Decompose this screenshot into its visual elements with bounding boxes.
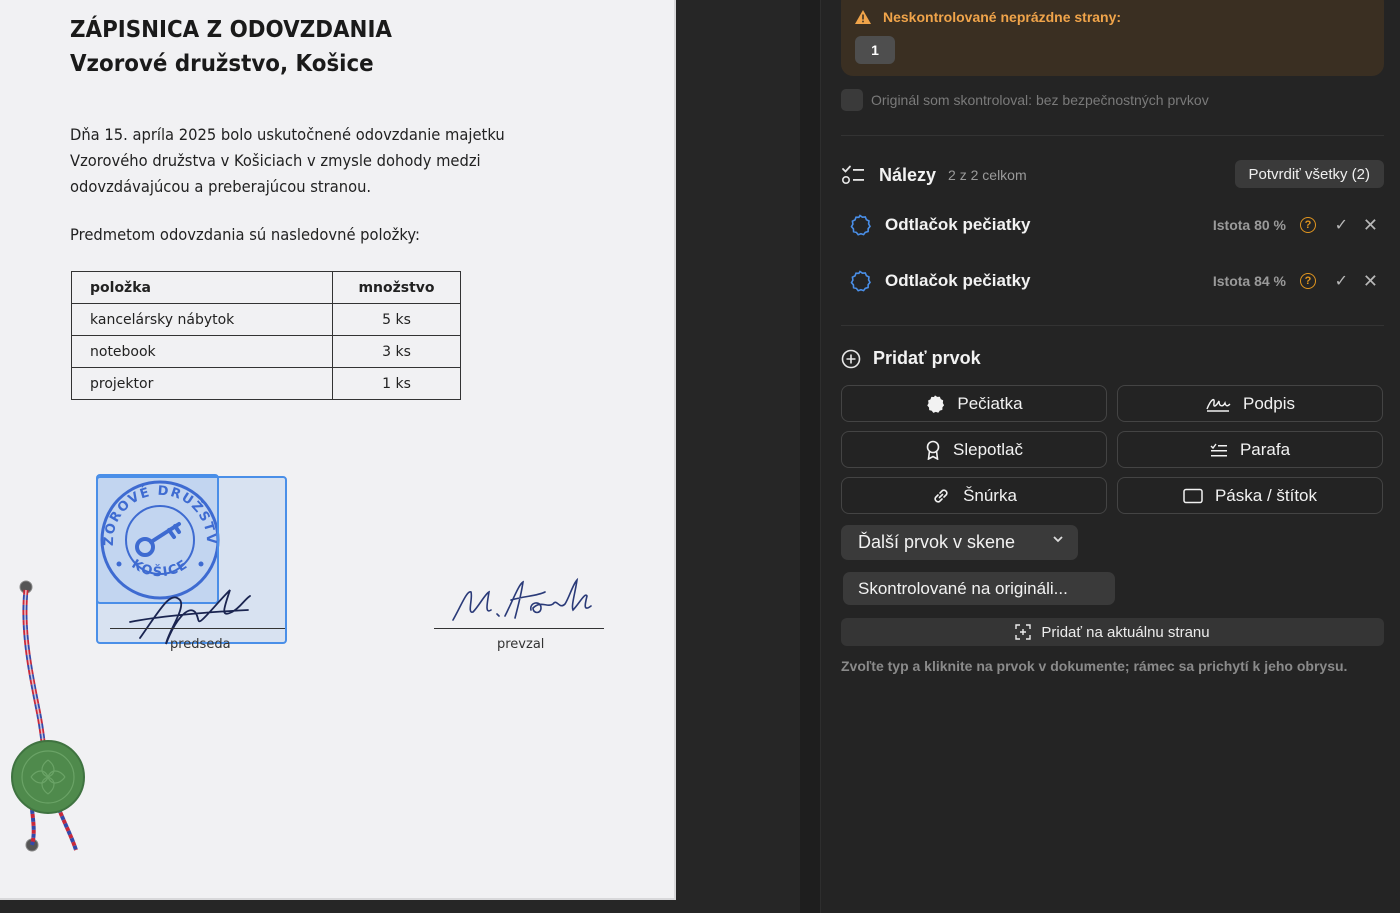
divider [841,325,1384,326]
warning-header: Neskontrolované neprázdne strany: [855,9,1121,25]
signature-line [110,628,285,629]
finding-name: Odtlačok pečiatky [885,215,1031,234]
unchecked-page-chip[interactable]: 1 [855,36,895,64]
stamp-icon [850,270,871,292]
confirm-check-icon[interactable]: ✓ [1335,271,1348,291]
document-paragraph: Dňa 15. apríla 2025 bolo uskutočnené odo… [70,125,505,196]
document-paragraph: Predmetom odovzdania sú nasledovné polož… [70,225,420,244]
table-row: projektor 1 ks [71,367,461,400]
add-cord-label: Šnúrka [963,485,1017,505]
table-header: množstvo [332,271,461,304]
table-cell: kancelársky nábytok [71,303,333,336]
items-table: položka množstvo kancelársky nábytok 5 k… [71,271,461,400]
dropdown-label: Ďalší prvok v skene [858,532,1016,552]
table-header: položka [71,271,333,304]
chevron-down-icon [1052,532,1064,548]
add-frame-icon [1015,624,1032,640]
ribbon-icon [926,440,940,460]
finding-item[interactable]: Odtlačok pečiatky Istota 84 % ? ✓ ✕ [849,266,1384,296]
hint-text: Zvoľte typ a kliknite na prvok v dokumen… [841,658,1348,674]
checked-on-original-button[interactable]: Skontrolované na origináli... [843,572,1115,605]
finding-confidence: Istota 80 % [1212,217,1286,233]
inspection-panel: Neskontrolované neprázdne strany: 1 Orig… [820,0,1400,913]
add-element-header: Pridať prvok [841,348,981,369]
table-row: kancelársky nábytok 5 ks [71,303,461,336]
original-check-label: Originál som skontroloval: bez bezpečnos… [871,92,1209,108]
rectangle-icon [1183,488,1203,503]
add-initials-label: Parafa [1239,439,1291,459]
warning-text: Neskontrolované neprázdne strany: [883,9,1122,25]
warning-triangle-icon [855,10,871,24]
add-initials-button[interactable]: Parafa [1117,431,1383,468]
add-signature-button[interactable]: Podpis [1117,385,1383,422]
confirm-check-icon[interactable]: ✓ [1335,215,1348,235]
finding-name: Odtlačok pečiatky [885,271,1031,290]
confirm-all-button[interactable]: Potvrdiť všetky (2) [1234,160,1384,188]
table-cell: 3 ks [332,335,461,368]
table-cell: 1 ks [332,367,461,400]
signature-label: prevzal [497,637,545,652]
add-embossing-button[interactable]: Slepotlač [841,431,1107,468]
stamp-icon [927,394,945,413]
add-embossing-label: Slepotlač [953,439,1023,459]
findings-title: Nálezy [879,164,937,185]
original-checkbox[interactable] [841,89,863,111]
help-icon[interactable]: ? [1300,273,1316,289]
findings-header: Nálezy 2 z 2 celkom Potvrdiť všetky (2) [841,160,1384,190]
table-cell: projektor [71,367,333,400]
original-check-row[interactable]: Originál som skontroloval: bez bezpečnos… [841,89,1209,111]
list-check-icon [841,165,864,185]
add-to-page-button[interactable]: Pridať na aktuálnu stranu [841,618,1384,646]
table-row: notebook 3 ks [71,335,461,368]
link-icon [934,488,948,503]
table-cell: 5 ks [332,303,461,336]
add-element-title: Pridať prvok [873,348,981,368]
document-viewer: ZÁPISNICA Z ODOVZDANIA Vzorové družstvo,… [0,0,800,913]
add-tape-label: Páska / štítok [1214,485,1318,505]
add-stamp-button[interactable]: Pečiatka [841,385,1107,422]
signature-line [434,628,604,629]
add-to-page-label: Pridať na aktuálnu stranu [1041,623,1210,641]
table-header-row: položka množstvo [71,271,461,304]
table-cell: notebook [71,335,333,368]
document-title: ZÁPISNICA Z ODOVZDANIA [70,17,392,43]
findings-count: 2 z 2 celkom [948,167,1027,183]
add-signature-label: Podpis [1243,393,1295,413]
add-stamp-label: Pečiatka [957,393,1023,413]
help-icon[interactable]: ? [1300,217,1316,233]
divider [841,135,1384,136]
stamp-icon [850,214,871,236]
add-tape-button[interactable]: Páska / štítok [1117,477,1383,514]
finding-item[interactable]: Odtlačok pečiatky Istota 80 % ? ✓ ✕ [849,210,1384,240]
signature-label: predseda [170,637,231,652]
initials-icon [1210,443,1227,456]
document-subtitle: Vzorové družstvo, Košice [70,51,374,77]
warning-box: Neskontrolované neprázdne strany: 1 [841,0,1384,76]
reject-close-icon[interactable]: ✕ [1363,271,1378,292]
finding-confidence: Istota 84 % [1212,273,1286,289]
reject-close-icon[interactable]: ✕ [1363,215,1378,236]
plus-circle-icon [841,349,861,368]
document-page[interactable]: ZÁPISNICA Z ODOVZDANIA Vzorové družstvo,… [0,0,676,900]
cord-and-seal [11,580,85,852]
signature-icon [1206,398,1231,412]
other-element-dropdown[interactable]: Ďalší prvok v skene [841,525,1078,560]
add-cord-button[interactable]: Šnúrka [841,477,1107,514]
signature-scribble [452,577,592,621]
